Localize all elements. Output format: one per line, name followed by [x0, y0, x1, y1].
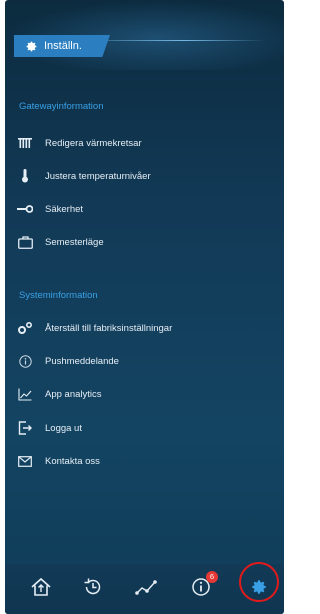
menu-item-security[interactable]: Säkerhet [17, 199, 267, 219]
gear-icon [24, 39, 38, 53]
menu-item-label: Säkerhet [45, 203, 84, 215]
thermometer-icon [17, 168, 33, 184]
gateway-section-title: Gatewayinformation [19, 101, 104, 112]
tab-history[interactable] [79, 575, 107, 603]
notification-badge: 6 [206, 571, 218, 583]
tab-graph[interactable] [133, 575, 161, 603]
menu-item-label: Logga ut [45, 422, 82, 434]
menu-item-label: Pushmeddelande [45, 355, 119, 367]
settings-header-label: Inställn. [44, 40, 82, 52]
system-section-title: Systeminformation [19, 290, 98, 301]
home-icon [30, 577, 52, 602]
tab-info[interactable]: 6 [187, 571, 218, 603]
menu-item-edit-heating-circuits[interactable]: Redigera värmekretsar [17, 133, 267, 153]
menu-item-label: Återställ till fabriksinställningar [45, 322, 173, 334]
tab-home[interactable] [27, 575, 55, 603]
graph-icon [135, 579, 159, 600]
menu-item-logout[interactable]: Logga ut [17, 418, 267, 438]
menu-item-label: Kontakta oss [45, 455, 100, 467]
settings-header-tab[interactable]: Inställn. [14, 35, 110, 57]
envelope-icon [17, 453, 33, 469]
chart-line-icon [17, 386, 33, 402]
settings-screen: Inställn. Gatewayinformation Redigera vä… [5, 0, 284, 614]
menu-item-vacation-mode[interactable]: Semesterläge [17, 232, 267, 252]
key-icon [17, 201, 33, 217]
menu-item-app-analytics[interactable]: App analytics [17, 384, 267, 404]
suitcase-icon [17, 234, 33, 250]
history-icon [83, 577, 103, 602]
menu-item-factory-reset[interactable]: Återställ till fabriksinställningar [17, 318, 267, 338]
settings-highlight-circle [239, 562, 279, 602]
menu-item-label: Redigera värmekretsar [45, 137, 142, 149]
menu-item-adjust-temperature-levels[interactable]: Justera temperaturnivåer [17, 166, 267, 186]
menu-item-contact-us[interactable]: Kontakta oss [17, 451, 267, 471]
info-circle-icon [17, 353, 33, 369]
menu-item-label: Semesterläge [45, 236, 104, 248]
menu-item-push-notifications[interactable]: Pushmeddelande [17, 351, 267, 371]
reset-gears-icon [17, 320, 33, 336]
logout-icon [17, 420, 33, 436]
menu-item-label: Justera temperaturnivåer [45, 170, 151, 182]
menu-item-label: App analytics [45, 388, 102, 400]
radiator-icon [17, 135, 33, 151]
